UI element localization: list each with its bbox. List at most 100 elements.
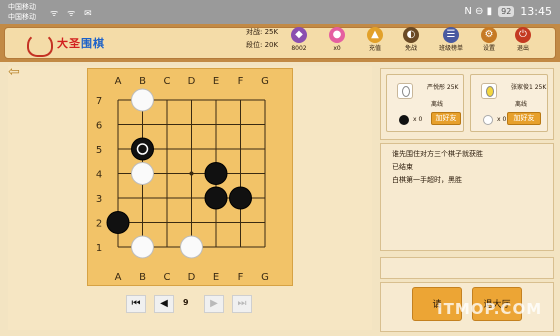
white-stone-icon bbox=[483, 115, 493, 125]
black-stone bbox=[106, 211, 130, 234]
white-stone bbox=[131, 235, 154, 259]
dan-rank-value: 20K bbox=[264, 41, 279, 49]
gear-icon: ⚙ bbox=[481, 27, 497, 43]
row-label: 5 bbox=[96, 145, 102, 156]
gear-button[interactable]: ⚙ 设置 bbox=[474, 27, 504, 57]
dan-rank: 段位: 20K bbox=[246, 41, 278, 50]
column-label: A bbox=[115, 76, 122, 87]
battle-rank: 对战: 25K bbox=[246, 28, 278, 37]
white-stone bbox=[131, 162, 154, 185]
game-log: 谁先围住对方三个棋子就获胜 已结束 白棋第一手超时，黑胜 bbox=[380, 143, 554, 251]
add-friend-button[interactable]: 加好友 bbox=[507, 112, 541, 125]
column-label: G bbox=[261, 76, 269, 87]
carrier-label: 中国移动 bbox=[8, 13, 36, 21]
battle-rank-value: 25K bbox=[264, 28, 279, 36]
mushroom-button[interactable]: ▲ 充值 bbox=[360, 27, 390, 57]
shield-button[interactable]: ◐ 免战 bbox=[396, 27, 426, 57]
system-icons: N ⊖ ▮ bbox=[464, 6, 493, 17]
column-label: D bbox=[188, 76, 196, 87]
player-name: 严悦彤 25K bbox=[427, 84, 459, 91]
row-label: 7 bbox=[96, 96, 102, 107]
signal-wifi-icons: ᯤ ᯤ ✉ bbox=[50, 9, 95, 19]
header-button-label: 8002 bbox=[291, 45, 307, 52]
black-stone bbox=[204, 162, 228, 185]
black-stone-icon bbox=[399, 115, 409, 125]
move-number: 9 bbox=[183, 298, 189, 307]
player-card-black: 严悦彤 25K 离线 x 0 加好友 bbox=[386, 74, 464, 132]
player-status: 离线 bbox=[431, 101, 444, 108]
captures-count: x 0 bbox=[413, 116, 423, 123]
egg-icon bbox=[481, 83, 497, 99]
column-label: B bbox=[139, 76, 146, 87]
column-label: C bbox=[164, 272, 171, 283]
power-icon: ⏻ bbox=[515, 27, 531, 43]
battery-indicator: 92 bbox=[498, 6, 515, 17]
leaderboard-button[interactable]: ☰ 班级榜单 bbox=[436, 27, 466, 57]
players-row: 严悦彤 25K 离线 x 0 加好友 张家俊1 25K 离线 x 0 加好友 bbox=[380, 68, 554, 140]
gem-icon: ◆ bbox=[291, 27, 307, 43]
column-label: D bbox=[188, 272, 196, 283]
column-label: F bbox=[238, 76, 244, 87]
captures-count: x 0 bbox=[497, 116, 507, 123]
first-move-button[interactable]: ⏮ bbox=[126, 295, 146, 313]
egg-button[interactable]: ● x0 bbox=[322, 27, 352, 57]
row-label: 6 bbox=[96, 121, 102, 132]
column-label: B bbox=[139, 272, 146, 283]
egg-shape bbox=[402, 86, 410, 97]
white-stone bbox=[131, 88, 154, 112]
status-right: N ⊖ ▮ 92 13:45 bbox=[464, 5, 552, 18]
logo-subtitle: 围棋 bbox=[81, 37, 105, 50]
player-name: 张家俊1 25K bbox=[511, 84, 547, 91]
black-stone bbox=[229, 186, 252, 210]
black-stone bbox=[204, 186, 228, 210]
mushroom-icon: ▲ bbox=[367, 27, 383, 43]
star-point bbox=[189, 171, 194, 176]
column-label: F bbox=[238, 272, 244, 283]
add-friend-button[interactable]: 加好友 bbox=[431, 112, 461, 125]
row-label: 3 bbox=[96, 194, 102, 205]
log-line: 谁先围住对方三个棋子就获胜 bbox=[392, 150, 483, 158]
shield-icon: ◐ bbox=[403, 27, 419, 43]
header-button-label: 班级榜单 bbox=[438, 45, 463, 52]
column-label: G bbox=[261, 272, 269, 283]
row-label: 4 bbox=[96, 170, 102, 181]
column-label: A bbox=[115, 272, 122, 283]
column-label: E bbox=[213, 272, 219, 283]
egg-icon bbox=[397, 83, 413, 99]
watermark: ITMOP.COM bbox=[437, 300, 543, 318]
next-move-button[interactable]: ▶ bbox=[204, 295, 224, 313]
chat-input[interactable] bbox=[380, 257, 554, 279]
header-button-label: 设置 bbox=[482, 45, 495, 52]
header-button-label: 充值 bbox=[368, 45, 381, 52]
column-label: C bbox=[164, 76, 171, 87]
battle-rank-label: 对战: bbox=[246, 28, 263, 36]
clock: 13:45 bbox=[520, 5, 552, 18]
black-stone bbox=[131, 137, 154, 161]
last-move-button[interactable]: ⏭ bbox=[232, 295, 252, 313]
logo-text: 大圣围棋 bbox=[57, 35, 105, 51]
egg-shape bbox=[486, 86, 494, 97]
player-status: 离线 bbox=[515, 101, 528, 108]
app-logo: 大圣围棋 bbox=[25, 33, 117, 59]
status-bar: 中国移动 中国移动 ᯤ ᯤ ✉ N ⊖ ▮ 92 13:45 bbox=[0, 0, 560, 24]
column-label: E bbox=[213, 76, 219, 87]
board-grid[interactable]: A A B B C C D D E E F F G G 7 6 5 4 3 2 1 bbox=[88, 69, 294, 287]
log-line: 已结束 bbox=[392, 163, 413, 171]
leaderboard-icon: ☰ bbox=[443, 27, 459, 43]
back-arrow-icon[interactable]: ⇦ bbox=[8, 64, 20, 80]
player-card-white: 张家俊1 25K 离线 x 0 加好友 bbox=[470, 74, 548, 132]
log-line: 白棋第一手超时，黑胜 bbox=[392, 176, 462, 184]
dan-rank-label: 段位: bbox=[246, 41, 263, 49]
header-button-label: x0 bbox=[333, 45, 341, 52]
power-button[interactable]: ⏻ 退出 bbox=[508, 27, 538, 57]
prev-move-button[interactable]: ◀ bbox=[154, 295, 174, 313]
header-button-label: 免战 bbox=[404, 45, 417, 52]
carrier-label: 中国移动 bbox=[8, 3, 36, 11]
white-stone bbox=[180, 235, 203, 259]
egg-icon: ● bbox=[329, 27, 345, 43]
gem-button[interactable]: ◆ 8002 bbox=[284, 27, 314, 57]
row-label: 1 bbox=[96, 243, 102, 254]
go-board[interactable]: A A B B C C D D E E F F G G 7 6 5 4 3 2 1 bbox=[87, 68, 293, 286]
logo-title: 大圣 bbox=[57, 37, 81, 50]
header-button-label: 退出 bbox=[516, 45, 529, 52]
